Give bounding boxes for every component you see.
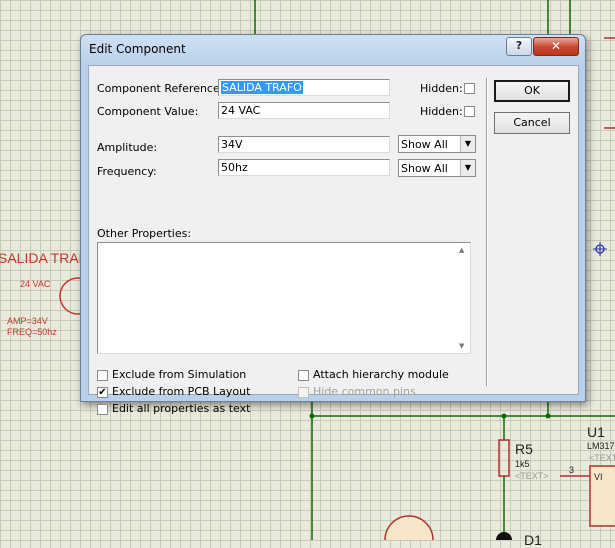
exclude-simulation-checkbox[interactable] — [97, 370, 108, 381]
u1-text-label: <TEXT — [589, 453, 615, 463]
u1-pin-name: VI — [594, 472, 603, 482]
diode-d1-node — [496, 532, 512, 540]
frequency-visibility-value: Show All — [401, 162, 448, 175]
amplitude-visibility-value: Show All — [401, 138, 448, 151]
d1-name-label: D1 — [524, 532, 542, 548]
amplitude-label: Amplitude: — [97, 141, 158, 154]
frequency-input[interactable]: 50hz — [218, 159, 390, 176]
u1-part-label: LM317 — [587, 441, 615, 451]
junction-dot — [545, 413, 551, 419]
reference-hidden-label: Hidden: — [420, 82, 463, 95]
scroll-down-arrow-icon[interactable]: ▼ — [459, 342, 464, 350]
u1-pin-number: 3 — [569, 465, 575, 475]
ok-button[interactable]: OK — [494, 80, 570, 102]
frequency-visibility-select[interactable]: Show All ▼ — [398, 159, 476, 177]
value-hidden-label: Hidden: — [420, 105, 463, 118]
junction-dot — [309, 413, 315, 419]
source-value-label: 24 VAC — [20, 279, 51, 289]
vertical-divider — [486, 78, 488, 386]
edit-component-dialog: Edit Component ? ✕ Component Reference: … — [80, 34, 586, 415]
hide-common-pins-checkbox — [298, 387, 309, 398]
resistor-r5-body[interactable] — [498, 439, 510, 477]
close-icon: ✕ — [550, 39, 562, 53]
edit-all-text-label[interactable]: Edit all properties as text — [112, 402, 250, 415]
junction-dot — [501, 413, 507, 419]
edit-all-text-checkbox[interactable] — [97, 404, 108, 415]
exclude-pcb-label[interactable]: Exclude from PCB Layout — [112, 385, 250, 398]
component-value-label: Component Value: — [97, 105, 199, 118]
r5-name-label: R5 — [515, 441, 533, 457]
attach-hierarchy-checkbox[interactable] — [298, 370, 309, 381]
amplitude-visibility-select[interactable]: Show All ▼ — [398, 135, 476, 153]
dialog-title: Edit Component — [89, 42, 186, 56]
component-reference-input[interactable]: SALIDA TRAFO — [218, 79, 390, 96]
chevron-down-icon: ▼ — [460, 160, 475, 176]
source-freq-label: FREQ=50hz — [7, 327, 57, 337]
dialog-titlebar[interactable]: Edit Component ? ✕ — [81, 35, 585, 61]
chevron-down-icon: ▼ — [460, 136, 475, 152]
value-hidden-checkbox[interactable] — [464, 106, 475, 117]
exclude-pcb-checkbox[interactable]: ✔ — [97, 387, 108, 398]
component-reference-value: SALIDA TRAFO — [221, 81, 303, 94]
help-button[interactable]: ? — [506, 37, 532, 56]
source-amp-label: AMP=34V — [7, 316, 48, 326]
exclude-simulation-label[interactable]: Exclude from Simulation — [112, 368, 246, 381]
dialog-body: Component Reference: SALIDA TRAFO Hidden… — [88, 65, 579, 415]
close-button[interactable]: ✕ — [533, 37, 579, 56]
r5-text-label: <TEXT> — [515, 471, 549, 481]
bottom-component-body[interactable] — [384, 515, 434, 540]
scroll-up-arrow-icon[interactable]: ▲ — [459, 246, 464, 254]
component-reference-label: Component Reference: — [97, 82, 224, 95]
amplitude-input[interactable]: 34V — [218, 136, 390, 153]
attach-hierarchy-label[interactable]: Attach hierarchy module — [313, 368, 449, 381]
cancel-button[interactable]: Cancel — [494, 112, 570, 134]
reference-hidden-checkbox[interactable] — [464, 83, 475, 94]
exclude-pcb-check-mark: ✔ — [98, 387, 107, 398]
r5-value-label: 1k5 — [515, 459, 530, 469]
frequency-label: Frequency: — [97, 165, 157, 178]
hide-common-pins-label: Hide common pins — [313, 385, 416, 398]
other-properties-label: Other Properties: — [97, 227, 192, 240]
u1-name-label: U1 — [587, 424, 605, 440]
other-properties-textarea[interactable]: ▲ ▼ — [97, 242, 471, 354]
other-properties-scrollbar[interactable]: ▲ ▼ — [456, 243, 470, 353]
component-value-input[interactable]: 24 VAC — [218, 102, 390, 119]
